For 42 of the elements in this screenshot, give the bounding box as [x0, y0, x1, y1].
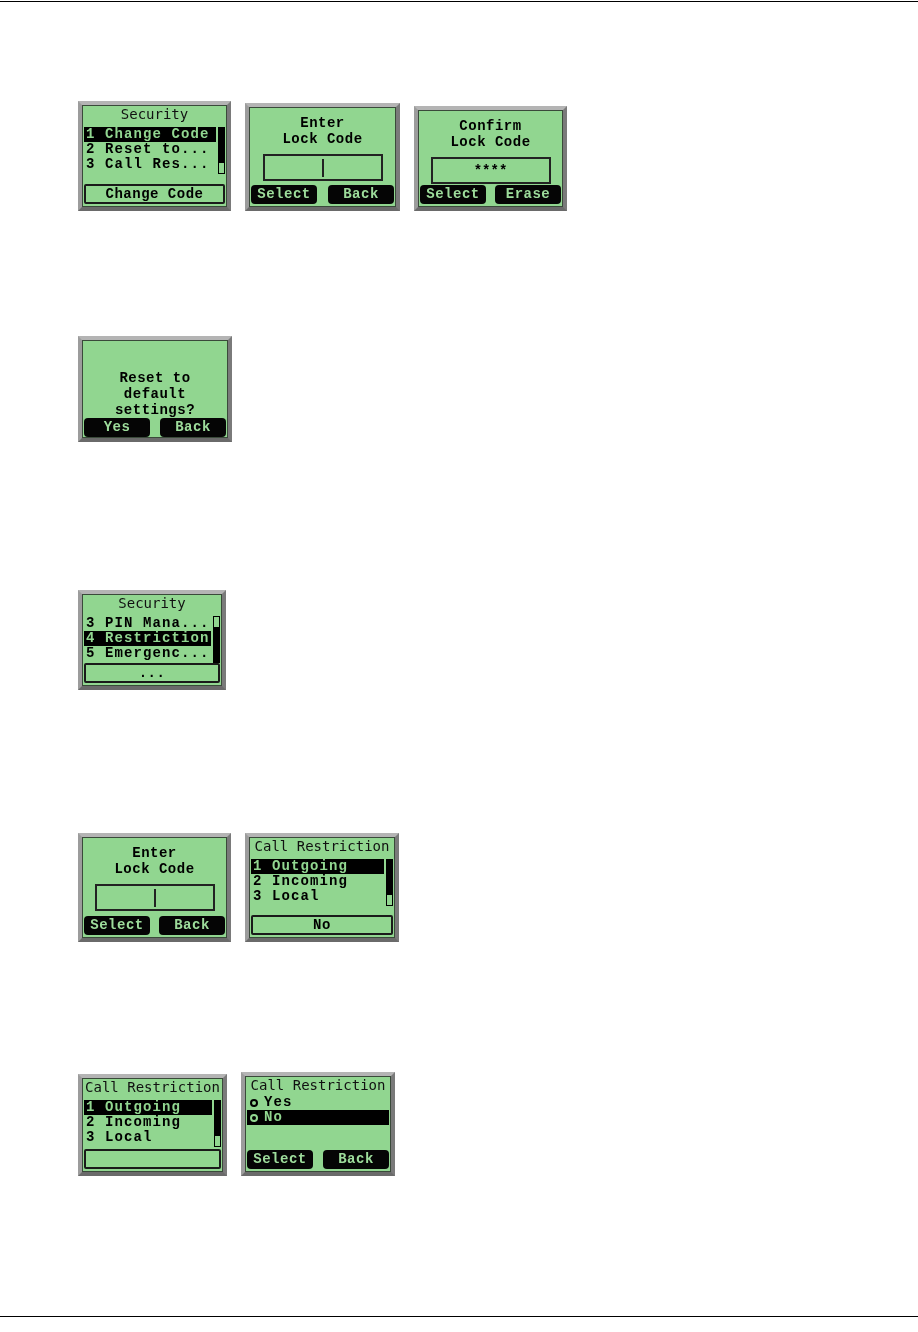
screen-title: Enter Lock Code	[113, 845, 196, 877]
softkey-button[interactable]: Select	[247, 1150, 313, 1169]
screen-title: Call Restriction	[84, 1079, 221, 1096]
radio-option[interactable]: No	[247, 1110, 389, 1125]
softkey-button[interactable]: Back	[328, 185, 394, 204]
menu-item[interactable]: 3 PIN Mana...	[84, 616, 211, 631]
menu-item[interactable]: 1 Change Code	[84, 127, 216, 142]
screen-title: Security	[117, 595, 187, 612]
softkey-button[interactable]: Back	[160, 418, 226, 437]
text-cursor-icon	[153, 888, 156, 907]
menu-item[interactable]: 3 Local	[251, 889, 384, 904]
screen-title: Call Restriction	[249, 1077, 387, 1094]
screen-title: Enter Lock Code	[281, 115, 364, 147]
menu-item[interactable]: 3 Call Res...	[84, 157, 216, 172]
message-text: Reset to default settings?	[113, 370, 197, 418]
softkey-button[interactable]: Erase	[495, 185, 561, 204]
lock-code-field[interactable]: ****	[430, 157, 551, 184]
menu-item[interactable]: 2 Incoming	[84, 1115, 212, 1130]
softkey-button[interactable]: Back	[159, 916, 225, 935]
softkey-bar[interactable]: Change Code	[84, 184, 225, 204]
menu-item[interactable]: 2 Incoming	[251, 874, 384, 889]
softkey-button[interactable]: Select	[420, 185, 486, 204]
menu-item[interactable]: 2 Reset to...	[84, 142, 216, 157]
text-cursor-icon	[321, 158, 324, 177]
lock-code-field[interactable]	[94, 884, 215, 911]
softkey-bar[interactable]: ...	[84, 663, 220, 683]
screen-title: Security	[119, 106, 190, 123]
menu-item[interactable]: 1 Outgoing	[251, 859, 384, 874]
screen-title: Call Restriction	[253, 838, 391, 855]
radio-option[interactable]: Yes	[247, 1095, 389, 1110]
softkey-button[interactable]: Select	[251, 185, 317, 204]
menu-item[interactable]: 4 Restriction	[84, 631, 211, 646]
softkey-bar[interactable]: No	[251, 915, 393, 935]
menu-item[interactable]: 3 Local	[84, 1130, 212, 1145]
screen-title: Confirm Lock Code	[449, 118, 532, 150]
softkey-bar[interactable]	[84, 1149, 221, 1169]
menu-item[interactable]: 5 Emergenc...	[84, 646, 211, 661]
softkey-button[interactable]: Back	[323, 1150, 389, 1169]
lock-code-field[interactable]	[262, 154, 383, 181]
softkey-button[interactable]: Yes	[84, 418, 150, 437]
menu-item[interactable]: 1 Outgoing	[84, 1100, 212, 1115]
softkey-button[interactable]: Select	[84, 916, 150, 935]
